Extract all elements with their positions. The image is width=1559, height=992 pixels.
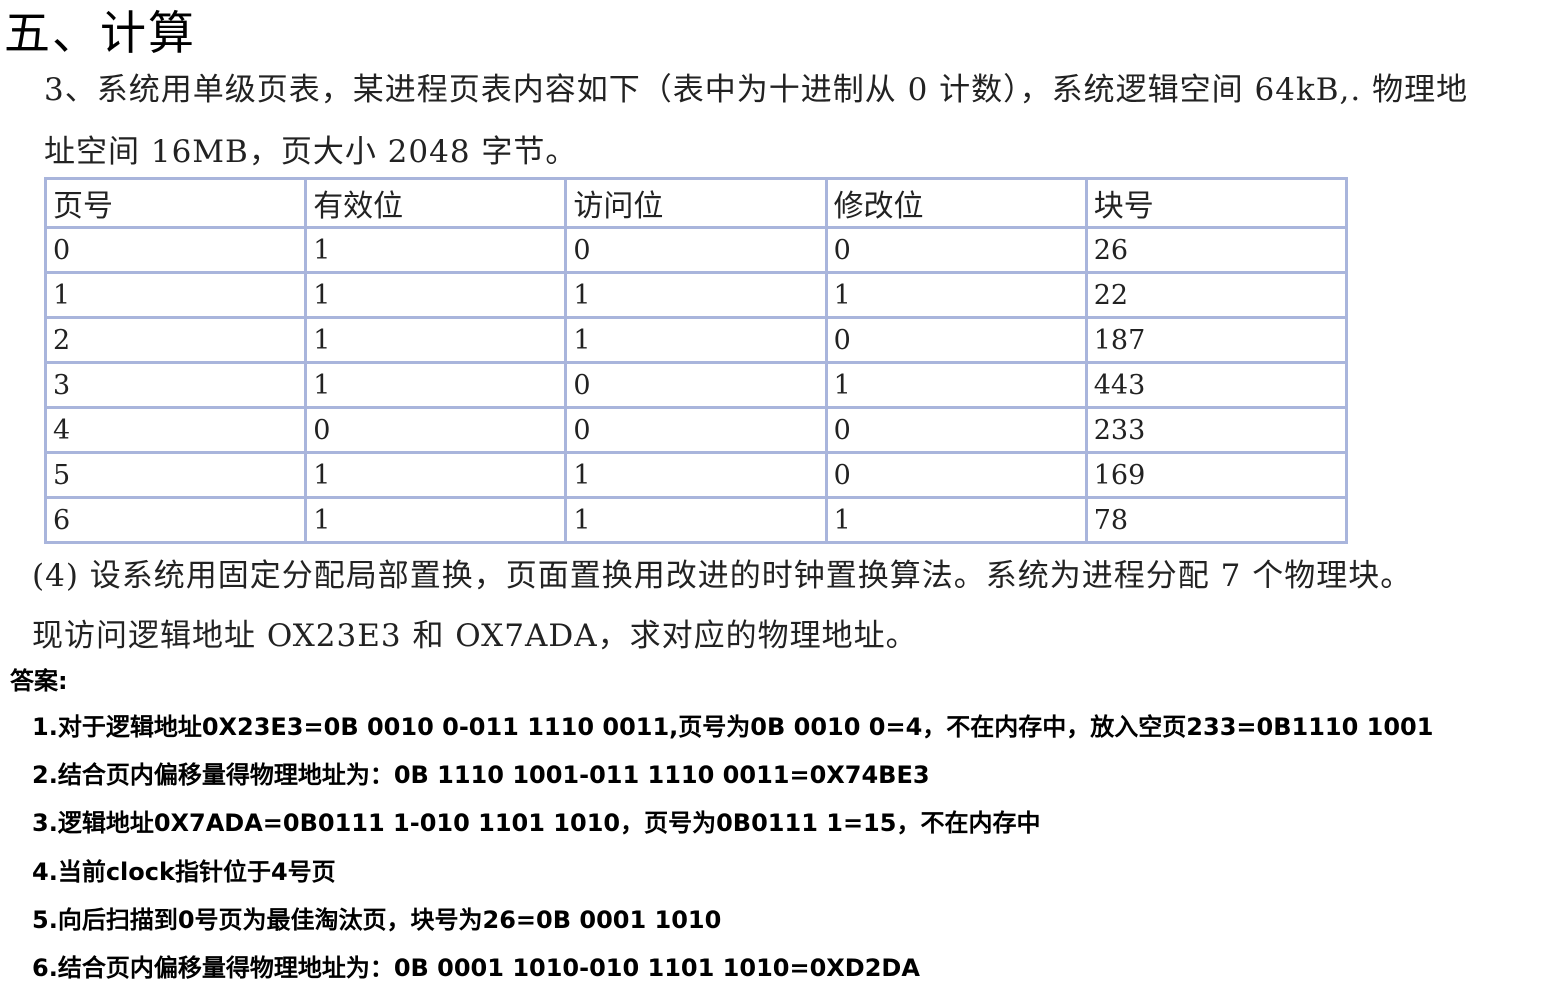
cell-modify-bit: 0	[824, 406, 1088, 454]
cell-access-bit: 1	[564, 271, 828, 319]
table-row: 1 1 1 1 22	[43, 271, 1349, 319]
cell-frame-number: 22	[1084, 271, 1349, 319]
problem-statement-line-1: 3、系统用单级页表，某进程页表内容如下（表中为十进制从 0 计数），系统逻辑空间…	[44, 72, 1469, 108]
cell-access-bit: 1	[564, 316, 828, 364]
cell-page-number: 5	[43, 451, 308, 499]
answer-step-6: 6.结合页内偏移量得物理地址为：0B 0001 1010-010 1101 10…	[32, 954, 920, 982]
cell-frame-number: 26	[1084, 226, 1349, 274]
question-line-1: (4) 设系统用固定分配局部置换，页面置换用改进的时钟置换算法。系统为进程分配 …	[32, 558, 1413, 594]
cell-access-bit: 0	[564, 406, 828, 454]
table-row: 0 1 0 0 26	[43, 226, 1349, 274]
cell-access-bit: 1	[564, 496, 828, 544]
cell-page-number: 1	[43, 271, 308, 319]
cell-valid-bit: 1	[304, 451, 568, 499]
table-row: 4 0 0 0 233	[43, 406, 1349, 454]
question-line-2: 现访问逻辑地址 OX23E3 和 OX7ADA，求对应的物理地址。	[32, 618, 918, 654]
header-frame-number: 块号	[1084, 177, 1349, 229]
cell-valid-bit: 1	[304, 361, 568, 409]
cell-frame-number: 169	[1084, 451, 1349, 499]
section-heading: 五、计算	[4, 6, 196, 60]
cell-modify-bit: 0	[824, 451, 1088, 499]
header-valid-bit: 有效位	[304, 177, 568, 229]
cell-access-bit: 0	[564, 361, 828, 409]
answer-step-4: 4.当前clock指针位于4号页	[32, 858, 336, 886]
cell-valid-bit: 0	[304, 406, 568, 454]
cell-page-number: 3	[43, 361, 308, 409]
cell-valid-bit: 1	[304, 496, 568, 544]
answer-step-1: 1.对于逻辑地址0X23E3=0B 0010 0-011 1110 0011,页…	[32, 713, 1434, 741]
cell-page-number: 0	[43, 226, 308, 274]
cell-access-bit: 0	[564, 226, 828, 274]
page-table: 页号 有效位 访问位 修改位 块号 0 1 0 0 26 1 1 1 1 22 …	[43, 177, 1349, 544]
cell-page-number: 2	[43, 316, 308, 364]
cell-frame-number: 187	[1084, 316, 1349, 364]
header-modify-bit: 修改位	[824, 177, 1088, 229]
cell-modify-bit: 1	[824, 271, 1088, 319]
table-row: 2 1 1 0 187	[43, 316, 1349, 364]
cell-frame-number: 233	[1084, 406, 1349, 454]
cell-valid-bit: 1	[304, 271, 568, 319]
cell-access-bit: 1	[564, 451, 828, 499]
table-header-row: 页号 有效位 访问位 修改位 块号	[43, 177, 1349, 229]
cell-valid-bit: 1	[304, 226, 568, 274]
answer-step-2: 2.结合页内偏移量得物理地址为：0B 1110 1001-011 1110 00…	[32, 761, 930, 789]
answer-step-5: 5.向后扫描到0号页为最佳淘汰页，块号为26=0B 0001 1010	[32, 906, 722, 934]
cell-modify-bit: 1	[824, 361, 1088, 409]
cell-page-number: 6	[43, 496, 308, 544]
header-access-bit: 访问位	[564, 177, 828, 229]
cell-frame-number: 78	[1084, 496, 1349, 544]
problem-statement-line-2: 址空间 16MB，页大小 2048 字节。	[44, 134, 578, 170]
header-page-number: 页号	[43, 177, 308, 229]
table-row: 5 1 1 0 169	[43, 451, 1349, 499]
cell-valid-bit: 1	[304, 316, 568, 364]
cell-modify-bit: 1	[824, 496, 1088, 544]
cell-frame-number: 443	[1084, 361, 1349, 409]
table-row: 6 1 1 1 78	[43, 496, 1349, 544]
cell-modify-bit: 0	[824, 226, 1088, 274]
cell-page-number: 4	[43, 406, 308, 454]
table-row: 3 1 0 1 443	[43, 361, 1349, 409]
cell-modify-bit: 0	[824, 316, 1088, 364]
answer-step-3: 3.逻辑地址0X7ADA=0B0111 1-010 1101 1010，页号为0…	[32, 809, 1041, 837]
answer-label: 答案:	[10, 667, 68, 695]
